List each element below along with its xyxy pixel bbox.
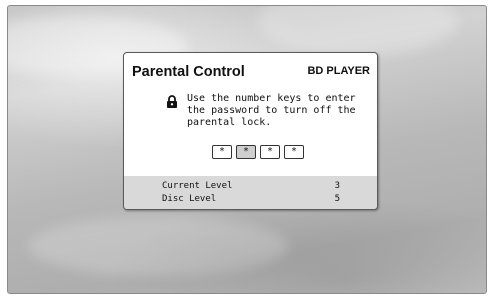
background-swirl xyxy=(28,216,288,276)
background-swirl xyxy=(258,6,458,56)
password-digit-3[interactable]: * xyxy=(260,145,280,159)
current-level-value: 3 xyxy=(334,181,340,191)
password-digit-2[interactable]: * xyxy=(236,145,256,159)
dialog-title: Parental Control xyxy=(132,64,245,80)
current-level-label: Current Level xyxy=(162,181,233,191)
lock-icon xyxy=(167,95,177,108)
instruction-text: Use the number keys to enter the passwor… xyxy=(187,93,356,128)
password-digit-1[interactable]: * xyxy=(212,145,232,159)
disc-level-row: Disc Level 5 xyxy=(162,194,340,204)
current-level-row: Current Level 3 xyxy=(162,181,340,191)
brand-label: BD PLAYER xyxy=(307,65,370,77)
password-digit-4[interactable]: * xyxy=(284,145,304,159)
parental-control-dialog: Parental Control BD PLAYER Use the numbe… xyxy=(123,52,378,210)
disc-level-value: 5 xyxy=(334,194,340,204)
password-entry[interactable]: * * * * xyxy=(212,145,304,159)
disc-level-label: Disc Level xyxy=(162,194,217,204)
level-info-panel: Current Level 3 Disc Level 5 xyxy=(124,176,377,209)
